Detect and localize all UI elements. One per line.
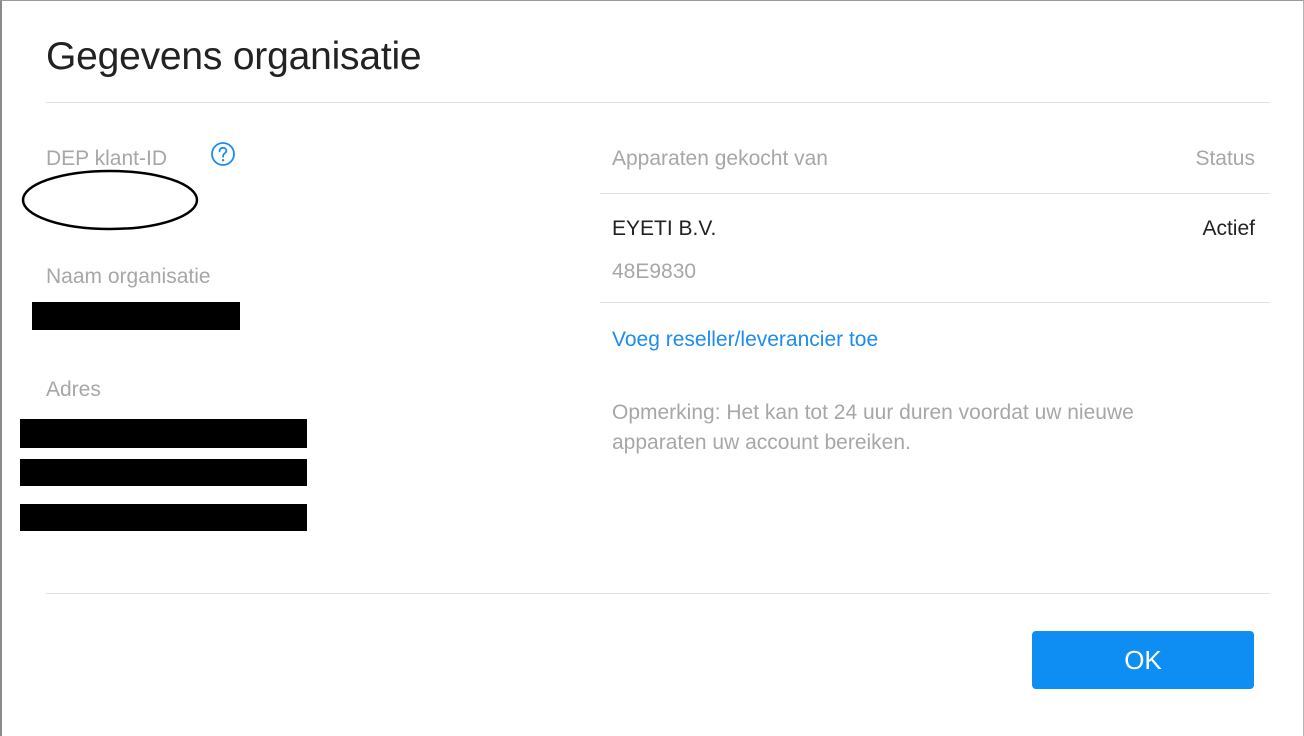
add-reseller-link[interactable]: Voeg reseller/leverancier toe [612, 328, 878, 352]
redacted-address-line-2 [20, 459, 307, 486]
organisation-name-label: Naam organisatie [46, 265, 211, 288]
status-column-header: Status [1195, 147, 1255, 170]
dialog-title: Gegevens organisatie [46, 35, 422, 78]
title-divider [46, 102, 1270, 103]
ok-button[interactable]: OK [1032, 631, 1254, 689]
delivery-note: Opmerking: Het kan tot 24 uur duren voor… [612, 401, 1134, 454]
redacted-organisation-name [32, 302, 240, 330]
vendor-status: Actief [1202, 217, 1255, 240]
help-icon[interactable] [210, 141, 236, 167]
redacted-address-line-3 [20, 504, 307, 531]
footer-divider [46, 593, 1270, 594]
redacted-address-line-1 [20, 419, 307, 448]
vendor-name: EYETI B.V. [612, 217, 717, 240]
address-label: Adres [46, 378, 101, 401]
table-header-divider [600, 193, 1270, 194]
table-row-divider [600, 302, 1270, 303]
organisation-details-dialog: Gegevens organisatie DEP klant-ID Naam o… [0, 0, 1304, 736]
redaction-ellipse [21, 169, 199, 231]
vendor-column-header: Apparaten gekocht van [612, 147, 828, 170]
vendor-id: 48E9830 [612, 260, 697, 283]
